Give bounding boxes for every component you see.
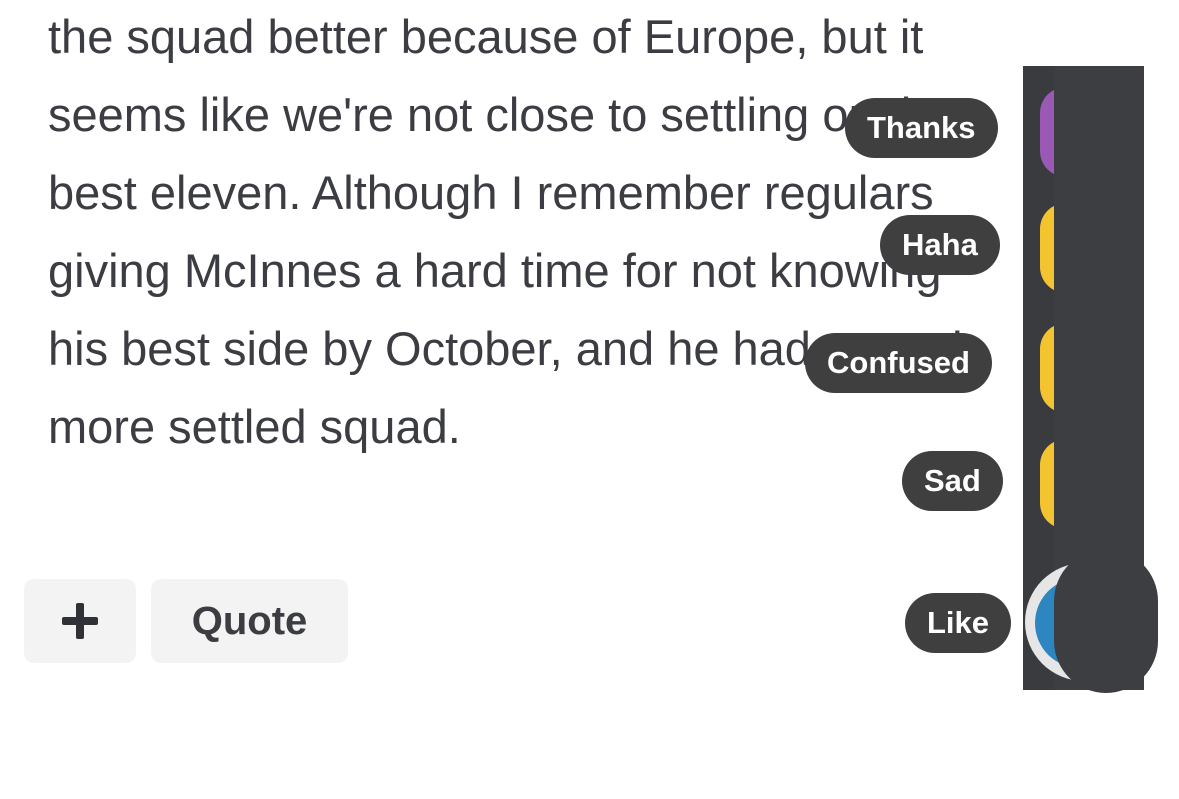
quote-button[interactable]: Quote	[151, 579, 348, 663]
post-line: more settled squad.	[48, 400, 461, 453]
reaction-tooltip-sad: Sad	[902, 451, 1003, 511]
reaction-slot-confused[interactable]	[1054, 302, 1144, 420]
reaction-tooltip-thanks: Thanks	[845, 98, 998, 158]
reaction-slot-sad[interactable]	[1054, 420, 1144, 538]
quote-label: Quote	[191, 598, 308, 643]
reaction-tooltip-confused: Confused	[805, 333, 992, 393]
reaction-tooltip-like: Like	[905, 593, 1012, 653]
add-button[interactable]	[24, 579, 136, 663]
reaction-slot-like[interactable]	[1054, 549, 1158, 693]
reaction-slot-haha[interactable]	[1054, 184, 1144, 302]
plus-icon	[62, 603, 98, 639]
post-line: the squad better because of Europe, but …	[48, 10, 924, 63]
reaction-slot-thanks[interactable]	[1054, 66, 1144, 184]
reaction-tooltip-haha: Haha	[880, 215, 1000, 275]
